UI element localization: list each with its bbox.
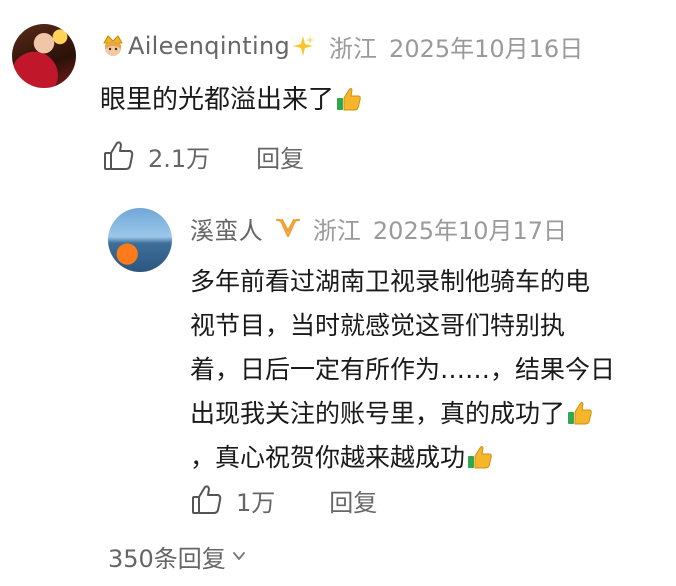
reply-text: 多年前看过湖南卫视录制他骑车的电 视节目，当时就感觉这哥们特别执 着，日后一定有… [190,264,660,484]
orange-v-badge-icon [275,217,301,239]
comment-text-content: 眼里的光都溢出来了 [100,85,335,115]
thumbs-up-emoji-icon [336,86,362,112]
reply-line: 出现我关注的账号里，真的成功了 [190,399,566,428]
comment-location: 浙江 [329,34,378,63]
more-replies-label: 350条回复 [108,544,226,573]
reply-line-with-emoji: ，真心祝贺你越来越成功 [190,440,660,484]
reply-location: 浙江 [312,216,361,245]
princess-crown-icon [100,33,126,59]
reply-line: 视节目，当时就感觉这哥们特别执 [190,311,566,340]
comment-text: 眼里的光都溢出来了 [100,82,362,118]
reply-date: 2025年10月17日 [372,216,568,245]
reply-reply-button[interactable]: 回复 [329,483,377,518]
reply-avatar[interactable] [108,208,172,272]
comment-actions: 2.1万 回复 [102,138,304,174]
like-count: 2.1万 [148,144,211,173]
reply-like-button[interactable]: 1万 [190,483,275,518]
thumbs-up-emoji-icon [467,444,493,470]
thumbs-up-outline-icon [102,139,136,173]
reply-line-with-emoji: 出现我关注的账号里，真的成功了 [190,396,660,440]
reply-line: 多年前看过湖南卫视录制他骑车的电 [190,267,591,296]
thumbs-up-emoji-icon [567,400,593,426]
sparkles-icon [291,34,315,58]
comment-header: Aileenqinting 浙江 2025年10月16日 [100,30,584,63]
avatar[interactable] [12,24,76,88]
reply-line: ，真心祝贺你越来越成功 [190,443,466,472]
reply-line: 着，日后一定有所作为……，结果今日 [190,355,616,384]
comment-date: 2025年10月16日 [389,34,584,63]
reply-header: 溪蛮人 浙江 2025年10月17日 [190,211,568,246]
chevron-down-icon [230,547,248,565]
reply-button[interactable]: 回复 [256,139,304,174]
reply-like-count: 1万 [236,488,276,517]
more-replies-button[interactable]: 350条回复 [108,538,248,574]
reply-username[interactable]: 溪蛮人 [190,211,263,246]
like-button[interactable]: 2.1万 [102,139,210,174]
thumbs-up-outline-icon [190,483,224,517]
comment-username[interactable]: Aileenqinting [128,32,290,60]
reply-actions: 1万 回复 [190,482,377,518]
